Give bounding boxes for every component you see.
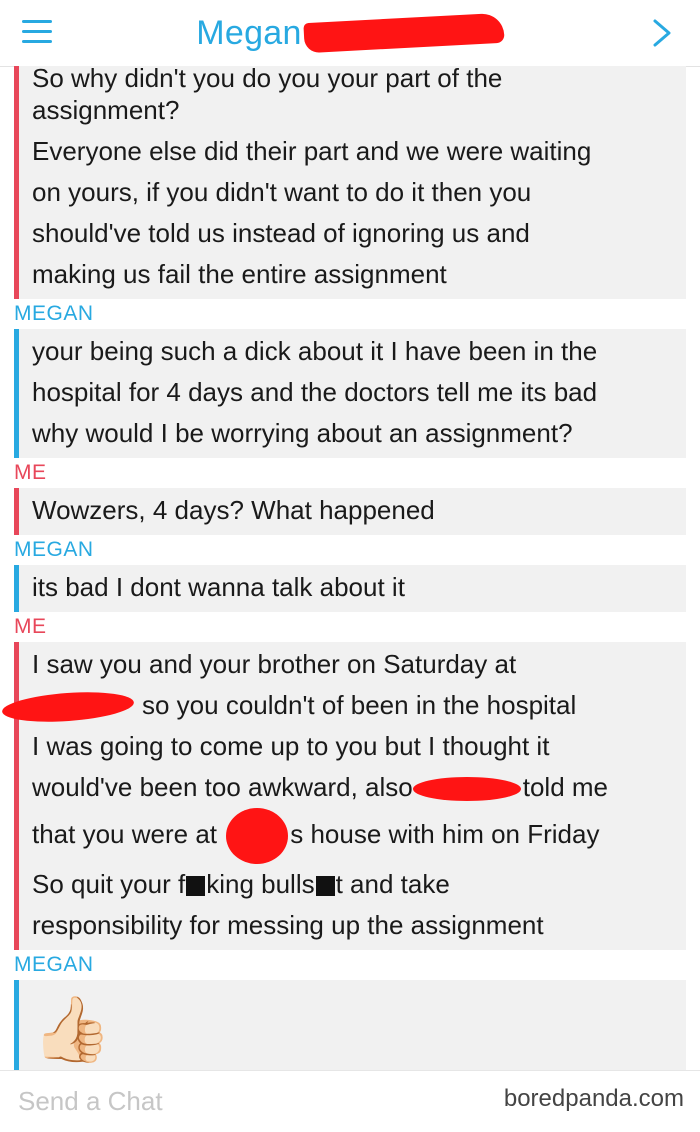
chat-thread: So why didn't you do you your part of th… xyxy=(0,63,700,1078)
chat-message-me: So why didn't you do you your part of th… xyxy=(14,63,686,299)
watermark: boredpanda.com xyxy=(503,1085,684,1112)
message-segment: s house with him on Friday xyxy=(290,818,600,849)
message-segment: told me xyxy=(522,772,609,802)
message-segment: t and take xyxy=(335,869,450,899)
message-line: that you were at s house with him on Fri… xyxy=(32,808,676,864)
message-line: should've told us instead of ignoring us… xyxy=(32,218,530,248)
chat-message-me: Wowzers, 4 days? What happened xyxy=(14,488,686,535)
message-line: your being such a dick about it I have b… xyxy=(32,336,598,366)
chat-message-megan: your being such a dick about it I have b… xyxy=(14,329,686,458)
redaction-mark xyxy=(412,777,521,802)
message-segment: king bulls xyxy=(206,869,315,899)
chat-message-me: I saw you and your brother on Saturday a… xyxy=(1,642,686,950)
chat-footer: boredpanda.com xyxy=(0,1070,700,1132)
sender-label-me: ME xyxy=(14,615,47,638)
thumbs-up-icon: 👍🏻 xyxy=(32,993,112,1065)
message-line: would've been too awkward, also told me xyxy=(32,767,676,808)
contact-name-title[interactable]: Megan xyxy=(196,14,301,53)
message-segment: that you were at xyxy=(32,818,217,849)
name-redaction-mark xyxy=(303,12,505,54)
message-line: making us fail the entire assignment xyxy=(32,259,447,289)
message-segment: So quit your f xyxy=(32,869,186,899)
message-line: I was going to come up to you but I thou… xyxy=(32,731,550,761)
message-line: responsibility for messing up the assign… xyxy=(32,910,544,940)
censor-block xyxy=(315,876,335,897)
title-wrap: Megan xyxy=(196,12,505,54)
message-line: Wowzers, 4 days? What happened xyxy=(32,495,435,525)
chat-message-megan: 👍🏻 xyxy=(14,980,686,1078)
sender-label-megan: MEGAN xyxy=(14,538,94,561)
sender-label-megan: MEGAN xyxy=(14,953,94,976)
sender-label-megan: MEGAN xyxy=(14,302,94,325)
send-chat-input[interactable] xyxy=(0,1071,480,1131)
message-line: Everyone else did their part and we were… xyxy=(32,136,592,166)
message-line: I saw you and your brother on Saturday a… xyxy=(32,649,517,679)
chat-message-megan: its bad I dont wanna talk about it xyxy=(14,565,686,612)
message-line: So why didn't you do you your part of th… xyxy=(32,63,503,93)
message-line: on yours, if you didn't want to do it th… xyxy=(32,177,532,207)
redaction-mark xyxy=(1,688,135,726)
message-line: assignment? xyxy=(32,95,180,125)
message-segment: would've been too awkward, also xyxy=(32,772,413,802)
message-line: So quit your f king bulls t and take xyxy=(32,864,676,905)
redaction-mark xyxy=(226,808,289,864)
sender-label-me: ME xyxy=(14,461,47,484)
censor-block xyxy=(186,876,206,897)
chat-header: Megan xyxy=(0,0,700,67)
message-segment: so you couldn't of been in the hospital xyxy=(142,690,577,720)
message-line: why would I be worrying about an assignm… xyxy=(32,418,573,448)
message-line: hospital for 4 days and the doctors tell… xyxy=(32,377,598,407)
hamburger-menu-icon[interactable] xyxy=(22,20,52,46)
chevron-right-icon[interactable] xyxy=(650,16,674,50)
message-line: its bad I dont wanna talk about it xyxy=(32,572,405,602)
message-line: so you couldn't of been in the hospital xyxy=(1,685,676,726)
